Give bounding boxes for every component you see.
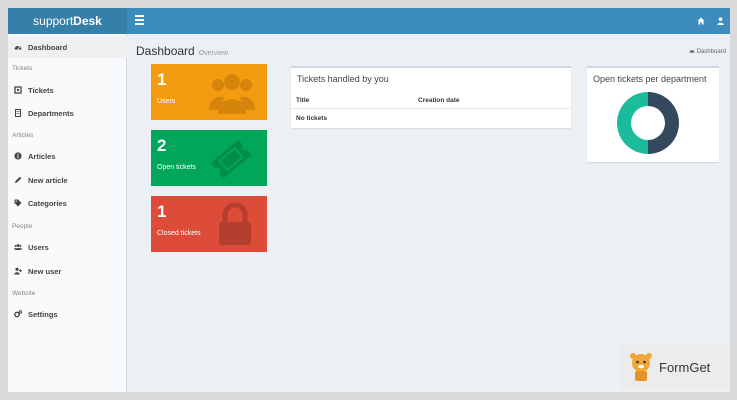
formget-watermark: FormGet bbox=[621, 344, 730, 390]
ticket-icon bbox=[14, 86, 22, 94]
donut-slice[interactable] bbox=[617, 92, 648, 154]
users-count: 1 bbox=[157, 70, 167, 89]
sidebar-item-label: New user bbox=[28, 266, 62, 276]
column-creation-date: Creation date bbox=[418, 97, 460, 104]
closed-tickets-count: 1 bbox=[157, 202, 167, 221]
tickets-table-header: Title Creation date bbox=[291, 92, 571, 109]
sidebar-item-label: Articles bbox=[28, 151, 56, 161]
column-title: Title bbox=[296, 97, 310, 104]
sidebar-item-new-article[interactable]: New article bbox=[8, 169, 127, 191]
page-title-text: Dashboard bbox=[136, 44, 195, 58]
page-subtitle: Overview bbox=[198, 50, 228, 57]
sidebar-header-label: People bbox=[12, 222, 33, 230]
brand-name-light: support bbox=[33, 14, 74, 28]
sidebar-header-label: Tickets bbox=[12, 64, 33, 72]
empty-tickets-message: No tickets bbox=[296, 115, 328, 122]
sidebar-item-departments[interactable]: Departments bbox=[8, 102, 127, 124]
users-icon bbox=[14, 243, 22, 251]
closed-tickets-tile[interactable]: 1 Closed tickets bbox=[151, 196, 267, 252]
sidebar-item-new-user[interactable]: New user bbox=[8, 260, 127, 282]
tickets-box-title: Tickets handled by you bbox=[297, 74, 389, 84]
breadcrumb-label: Dashboard bbox=[696, 48, 726, 55]
sidebar-header-people: People bbox=[8, 220, 127, 232]
page-title: Dashboard Overview bbox=[136, 44, 228, 58]
sidebar-item-label: Tickets bbox=[28, 85, 54, 95]
department-box-title: Open tickets per department bbox=[593, 74, 707, 84]
tags-icon bbox=[14, 199, 22, 207]
donut-slice[interactable] bbox=[648, 92, 679, 154]
ticket-icon bbox=[210, 139, 252, 179]
sidebar-item-label: Dashboard bbox=[28, 42, 68, 52]
pencil-icon bbox=[14, 176, 22, 184]
sidebar-item-categories[interactable]: Categories bbox=[8, 192, 127, 214]
sidebar-item-articles[interactable]: Articles bbox=[8, 145, 127, 167]
sidebar-item-label: Departments bbox=[28, 108, 74, 118]
sidebar-item-settings[interactable]: Settings bbox=[8, 303, 127, 325]
open-tickets-count: 2 bbox=[157, 136, 167, 155]
sidebar-item-label: New article bbox=[28, 175, 68, 185]
tickets-handled-box: Tickets handled by you Title Creation da… bbox=[291, 66, 571, 128]
home-icon[interactable] bbox=[697, 12, 705, 30]
sidebar-item-label: Categories bbox=[28, 198, 67, 208]
brand-logo[interactable]: supportDesk bbox=[8, 8, 127, 34]
building-icon bbox=[14, 109, 22, 117]
sidebar-item-label: Settings bbox=[28, 309, 58, 319]
sidebar-header-tickets: Tickets bbox=[8, 62, 127, 74]
app-window: supportDesk Dashboard Tickets Tickets De… bbox=[8, 8, 730, 392]
users-icon bbox=[209, 74, 255, 114]
info-icon bbox=[14, 152, 22, 160]
hamburger-icon[interactable] bbox=[135, 15, 144, 25]
sidebar-item-label: Users bbox=[28, 242, 49, 252]
sidebar-header-articles: Articles bbox=[8, 129, 127, 141]
users-tile[interactable]: 1 Users bbox=[151, 64, 267, 120]
dashboard-icon bbox=[689, 48, 695, 55]
lock-icon bbox=[219, 202, 251, 245]
table-row: No tickets bbox=[291, 110, 571, 127]
sidebar-item-users[interactable]: Users bbox=[8, 236, 127, 258]
watermark-text: FormGet bbox=[659, 359, 711, 375]
sidebar: Dashboard Tickets Tickets Departments Ar… bbox=[8, 34, 127, 392]
users-tile-label: Users bbox=[157, 98, 176, 105]
sidebar-item-tickets[interactable]: Tickets bbox=[8, 79, 127, 101]
sidebar-header-label: Articles bbox=[12, 131, 34, 139]
closed-tickets-tile-label: Closed tickets bbox=[157, 230, 201, 237]
top-navbar: supportDesk bbox=[8, 8, 730, 34]
sidebar-item-dashboard[interactable]: Dashboard bbox=[8, 36, 127, 58]
open-tickets-per-department-box: Open tickets per department bbox=[587, 66, 719, 162]
open-tickets-tile-label: Open tickets bbox=[157, 164, 196, 171]
breadcrumb[interactable]: Dashboard bbox=[689, 48, 726, 55]
cogs-icon bbox=[14, 310, 23, 318]
brand-name-bold: Desk bbox=[73, 14, 102, 28]
formget-mascot-logo bbox=[630, 353, 652, 381]
user-plus-icon bbox=[14, 267, 22, 275]
dashboard-icon bbox=[14, 43, 22, 51]
open-tickets-tile[interactable]: 2 Open tickets bbox=[151, 130, 267, 186]
user-icon[interactable] bbox=[717, 12, 724, 30]
sidebar-header-label: Website bbox=[12, 289, 36, 297]
department-donut-chart[interactable] bbox=[587, 84, 719, 160]
sidebar-header-website: Website bbox=[8, 287, 127, 299]
